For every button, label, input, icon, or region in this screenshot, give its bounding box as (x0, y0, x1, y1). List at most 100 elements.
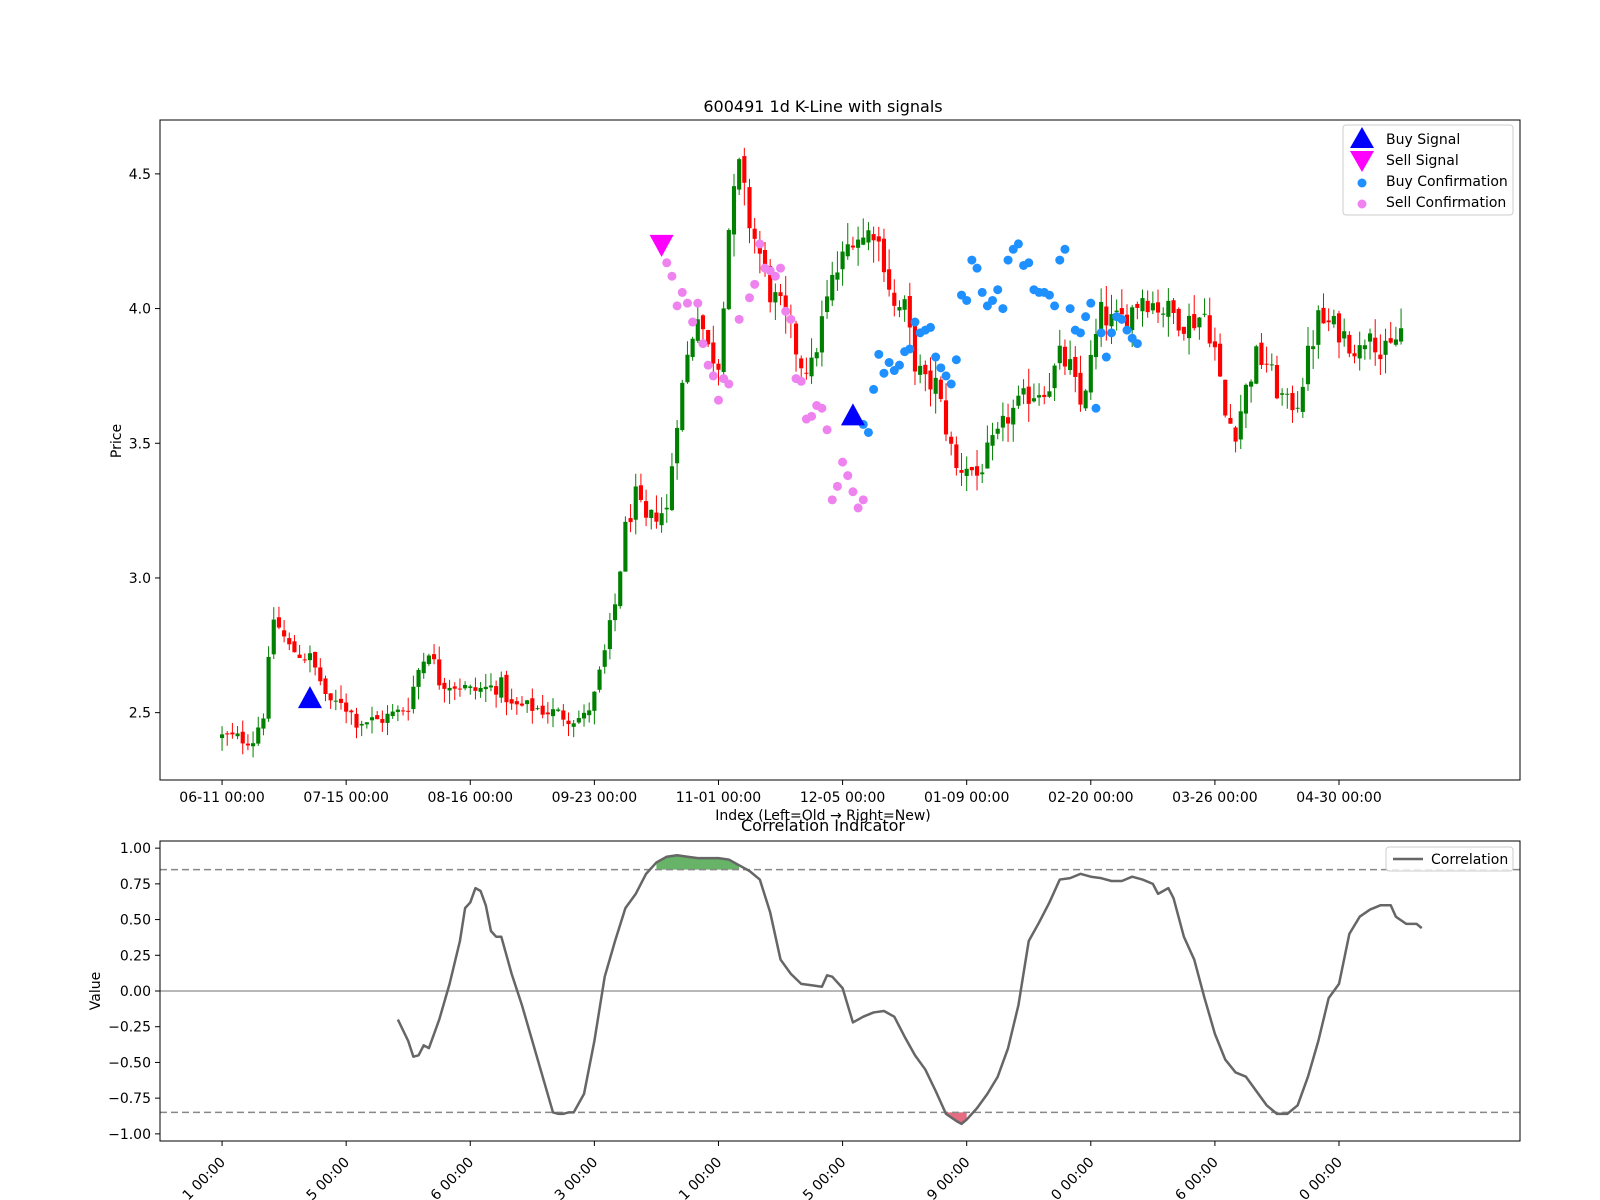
candle-body (561, 710, 566, 720)
candle-body (287, 638, 292, 645)
sell-confirmation-legend-icon (1357, 199, 1367, 209)
candle-body (338, 698, 344, 703)
candle-body (452, 686, 457, 689)
candle-body (1331, 316, 1336, 325)
candle-body (778, 292, 783, 297)
candle-body (830, 274, 835, 301)
candle-body (349, 710, 354, 713)
kline-background (160, 120, 1520, 780)
correlation-x-tick-label: 3 00:00 (552, 1155, 601, 1200)
candle-body (1052, 365, 1057, 389)
buy-confirmation-point (962, 295, 972, 305)
candle-body (1259, 342, 1264, 365)
candle-body (1295, 407, 1300, 409)
candle-body (556, 709, 561, 711)
candle-body (995, 428, 1000, 434)
candle-body (251, 743, 256, 747)
candle-body (592, 691, 597, 711)
candle-body (654, 512, 659, 522)
candle-body (742, 156, 747, 183)
candle-body (1233, 427, 1238, 442)
sell-confirmation-point (693, 298, 703, 308)
correlation-y-tick-label: −0.50 (108, 1055, 151, 1071)
candle-body (949, 436, 954, 444)
buy-confirmation-point (910, 317, 920, 327)
candle-body (282, 630, 287, 637)
correlation-legend-label: Correlation (1431, 852, 1508, 868)
candle-body (354, 713, 359, 728)
candle-body (421, 661, 426, 674)
candle-body (245, 743, 250, 746)
candle-body (669, 466, 675, 511)
candle-body (1186, 315, 1192, 339)
sell-confirmation-point (817, 403, 827, 413)
candle-body (395, 709, 400, 712)
candle-body (1373, 337, 1378, 353)
candle-body (618, 571, 623, 607)
candle-body (752, 228, 757, 239)
candle-body (845, 244, 850, 257)
candle-body (938, 379, 943, 400)
candle-body (509, 699, 514, 704)
candle-body (1223, 379, 1228, 416)
kline-plot-area: 2.5 3.0 3.5 4.0 4.5 06-11 00:00 07-15 00:00 08-… (129, 119, 1521, 806)
buy-confirmation-point (1106, 328, 1116, 338)
candle-body (519, 703, 525, 706)
candle-body (375, 715, 380, 720)
candle-body (1037, 395, 1042, 398)
figure: 600491 1d K-Line with signals 2.5 3.0 3.5 4… (88, 97, 1521, 1200)
candle-body (876, 236, 881, 242)
candle-body (1181, 326, 1186, 334)
kline-x-tick-label: 07-15 00:00 (303, 790, 388, 806)
sell-confirmation-point (776, 263, 786, 273)
candle-body (1305, 345, 1311, 385)
candle-body (437, 659, 442, 686)
kline-y-axis-label: Price (109, 424, 125, 458)
candle-body (468, 686, 473, 688)
candle-body (659, 513, 664, 526)
candle-body (1202, 313, 1207, 315)
candle-body (1311, 346, 1316, 350)
correlation-plot-area: 1.00 0.75 0.50 0.25 0.00 −0.25 −0.50 −0.75 −1.00… (108, 840, 1521, 1200)
sell-confirmation-point (703, 360, 713, 370)
candle-body (1062, 346, 1068, 367)
correlation-x-tick-label: 0 00:00 (1048, 1155, 1097, 1200)
sell-confirmation-point (667, 271, 677, 281)
candle-body (1093, 333, 1099, 358)
sell-confirmation-point (734, 314, 744, 324)
buy-confirmation-point (1122, 325, 1132, 335)
candle-body (1192, 314, 1197, 329)
buy-confirmation-point (894, 360, 904, 370)
candle-body (473, 687, 478, 691)
candle-body (514, 701, 519, 705)
candle-body (1140, 298, 1145, 312)
sell-confirmation-point (781, 306, 791, 316)
sell-confirmation-point (853, 503, 863, 513)
candle-body (819, 316, 824, 353)
candle-body (1378, 354, 1383, 360)
buy-confirmation-point (1013, 239, 1023, 249)
sell-confirmation-point (827, 495, 837, 505)
candle-body (535, 708, 540, 710)
candle-body (1336, 313, 1342, 343)
candle-body (1238, 411, 1243, 440)
buy-confirmation-point (879, 368, 889, 378)
candle-body (550, 709, 556, 717)
candle-body (1316, 310, 1321, 345)
buy-confirmation-point (1086, 298, 1096, 308)
candle-body (1176, 308, 1181, 331)
sell-confirmation-point (843, 471, 853, 481)
candle-body (690, 338, 695, 357)
kline-y-tick-label: 3.0 (129, 571, 151, 587)
candle-body (406, 710, 411, 712)
buy-confirmation-point (951, 355, 961, 365)
candle-body (344, 702, 349, 712)
candle-body (483, 686, 488, 690)
candle-body (716, 363, 721, 370)
correlation-y-tick-label: −0.25 (108, 1020, 151, 1036)
buy-confirmation-point (1055, 255, 1065, 265)
candle-body (1171, 300, 1176, 313)
candle-body (1362, 345, 1367, 350)
candle-body (793, 323, 799, 355)
candle-body (411, 686, 416, 710)
